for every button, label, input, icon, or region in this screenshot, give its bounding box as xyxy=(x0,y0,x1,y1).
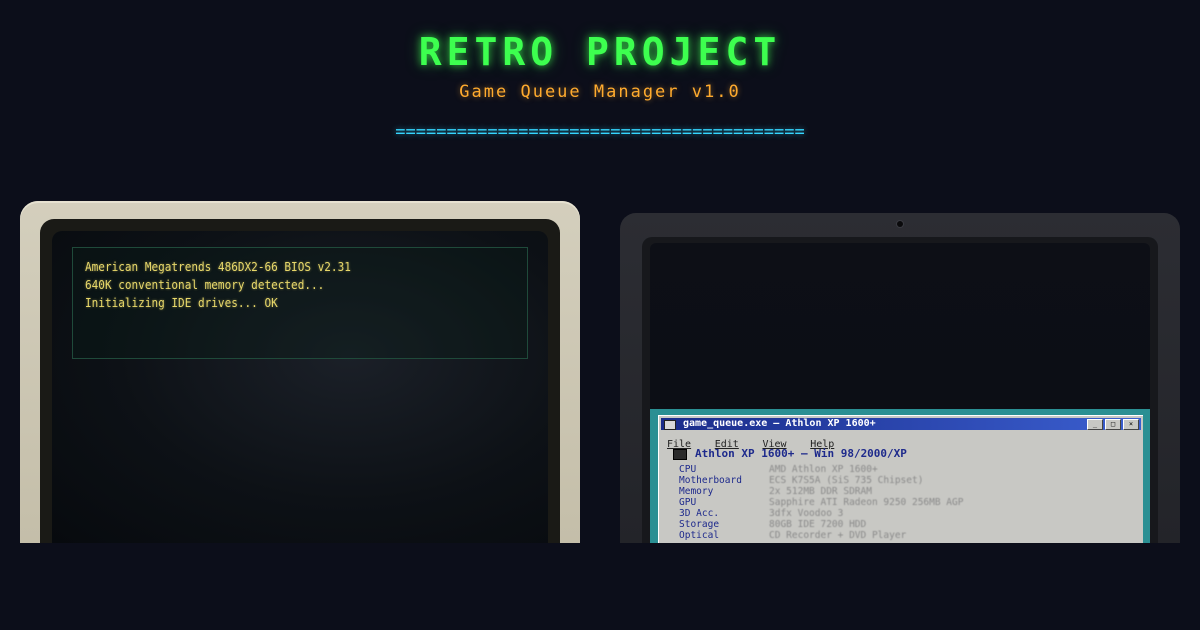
bios-line: Initializing IDE drives... OK xyxy=(85,296,278,310)
spec-value: ECS K7S5A (SiS 735 Chipset) xyxy=(769,475,924,486)
spec-label: Memory xyxy=(679,486,714,497)
crt-screen: American Megatrends 486DX2-66 BIOS v2.31… xyxy=(52,231,548,543)
bios-line: American Megatrends 486DX2-66 BIOS v2.31 xyxy=(85,260,351,274)
bios-line: 640K conventional memory detected... xyxy=(85,278,325,292)
webcam-icon xyxy=(897,221,903,227)
spec-value: 80GB IDE 7200 HDD xyxy=(769,519,867,530)
spec-row: Motherboard ECS K7S5A (SiS 735 Chipset) xyxy=(679,475,923,486)
system-heading: Athlon XP 1600+ — Win 98/2000/XP xyxy=(673,447,907,460)
bios-output: American Megatrends 486DX2-66 BIOS v2.31… xyxy=(72,247,528,359)
spec-value: 2x 512MB DDR SDRAM xyxy=(769,486,872,497)
laptop-bezel: game_queue.exe — Athlon XP 1600+ _ □ × F… xyxy=(642,237,1158,543)
spec-label: GPU xyxy=(679,497,697,508)
spec-row: CPU AMD Athlon XP 1600+ xyxy=(679,464,878,475)
page-subtitle: Game Queue Manager v1.0 xyxy=(459,82,741,102)
spec-value: 3dfx Voodoo 3 xyxy=(769,508,844,519)
menu-bar: File Edit View Help xyxy=(667,432,848,450)
spec-label: Storage xyxy=(679,519,720,530)
spec-row: Optical CD Recorder + DVD Player xyxy=(679,530,906,541)
window-titlebar[interactable]: game_queue.exe — Athlon XP 1600+ _ □ × xyxy=(661,418,1141,430)
app-icon xyxy=(664,420,676,430)
spec-row: Memory 2x 512MB DDR SDRAM xyxy=(679,486,872,497)
desktop-background: game_queue.exe — Athlon XP 1600+ _ □ × F… xyxy=(650,409,1150,543)
spec-label: Optical xyxy=(679,530,720,541)
laptop: game_queue.exe — Athlon XP 1600+ _ □ × F… xyxy=(620,213,1180,543)
maximize-button[interactable]: □ xyxy=(1105,419,1121,430)
spec-value: AMD Athlon XP 1600+ xyxy=(769,464,878,475)
close-button[interactable]: × xyxy=(1123,419,1139,430)
spec-label: Motherboard xyxy=(679,475,742,486)
spec-value: CD Recorder + DVD Player xyxy=(769,530,907,541)
window-title: game_queue.exe — Athlon XP 1600+ xyxy=(683,418,876,429)
laptop-screen: game_queue.exe — Athlon XP 1600+ _ □ × F… xyxy=(650,243,1150,543)
app-window[interactable]: game_queue.exe — Athlon XP 1600+ _ □ × F… xyxy=(658,415,1143,543)
spec-value: Sapphire ATI Radeon 9250 256MB AGP xyxy=(769,497,964,508)
page-title: RETRO PROJECT xyxy=(418,30,782,74)
spec-row: Storage 80GB IDE 7200 HDD xyxy=(679,519,866,530)
crt-bezel: American Megatrends 486DX2-66 BIOS v2.31… xyxy=(40,219,560,543)
crt-monitor: American Megatrends 486DX2-66 BIOS v2.31… xyxy=(20,201,580,543)
spec-label: 3D Acc. xyxy=(679,508,720,519)
spec-row: 3D Acc. 3dfx Voodoo 3 xyxy=(679,508,843,519)
spec-row: GPU Sapphire ATI Radeon 9250 256MB AGP xyxy=(679,497,963,508)
footer-band xyxy=(0,543,1200,630)
system-heading-text: Athlon XP 1600+ — Win 98/2000/XP xyxy=(695,447,907,460)
header-divider: ======================================== xyxy=(395,122,805,142)
computer-icon xyxy=(673,448,687,460)
spec-label: CPU xyxy=(679,464,697,475)
minimize-button[interactable]: _ xyxy=(1087,419,1103,430)
